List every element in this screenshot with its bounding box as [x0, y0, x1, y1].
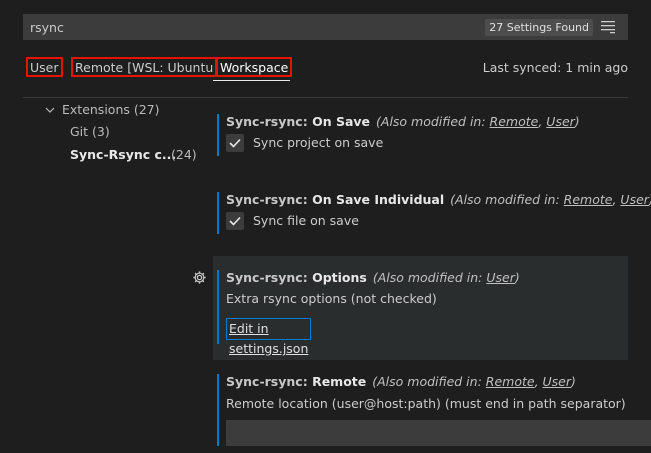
last-synced-status: Last synced: 1 min ago	[482, 60, 628, 75]
settings-search-box[interactable]: 27 Settings Found	[23, 14, 628, 40]
toc-item-extensions[interactable]: Extensions (27)	[62, 102, 160, 117]
modified-indicator	[217, 374, 219, 446]
toc-item-sync-rsync[interactable]: Sync-Rsync c...	[70, 147, 176, 162]
setting-description: Extra rsync options (not checked)	[226, 291, 437, 306]
tab-user[interactable]: User	[26, 57, 63, 77]
setting-title: Sync-rsync: On Save Individual (Also modi…	[226, 192, 651, 207]
tab-workspace[interactable]: Workspace	[216, 57, 293, 77]
on-save-checkbox[interactable]	[226, 134, 244, 152]
checkbox-label: Sync project on save	[253, 135, 384, 150]
toc-item-git[interactable]: Git (3)	[70, 124, 110, 139]
modified-in-remote-link[interactable]: Remote	[486, 374, 535, 389]
on-save-individual-checkbox[interactable]	[226, 212, 244, 230]
modified-indicator	[217, 192, 219, 234]
modified-in-user-link[interactable]: User	[486, 270, 515, 285]
remote-location-input[interactable]	[226, 420, 651, 446]
check-icon	[229, 138, 241, 148]
modified-in-remote-link[interactable]: Remote	[490, 114, 539, 129]
modified-in-user-link[interactable]: User	[543, 374, 572, 389]
checkbox-label: Sync file on save	[253, 213, 359, 228]
check-icon	[229, 216, 241, 226]
chevron-down-icon[interactable]	[44, 104, 56, 116]
search-input[interactable]	[30, 15, 490, 39]
modified-indicator	[217, 114, 219, 156]
results-count-badge: 27 Settings Found	[485, 19, 593, 36]
setting-description: Remote location (user@host:path) (must e…	[226, 396, 626, 411]
modified-indicator	[217, 270, 219, 344]
toc-item-sync-rsync-count: (24)	[171, 147, 197, 162]
gear-icon[interactable]	[192, 270, 207, 285]
edit-in-settings-json-link[interactable]: Edit in settings.json	[226, 318, 312, 356]
setting-title: Sync-rsync: Remote (Also modified in: Rem…	[226, 374, 576, 389]
setting-title: Sync-rsync: Options (Also modified in: Us…	[226, 270, 520, 285]
modified-in-user-link[interactable]: User	[546, 114, 575, 129]
modified-in-user-link[interactable]: User	[620, 192, 649, 207]
tab-remote-wsl[interactable]: Remote [WSL: Ubuntu	[71, 57, 218, 77]
modified-in-remote-link[interactable]: Remote	[564, 192, 613, 207]
filter-icon[interactable]	[601, 20, 617, 34]
setting-title: Sync-rsync: On Save (Also modified in: Re…	[226, 114, 580, 129]
header-divider	[23, 97, 628, 98]
active-tab-indicator	[213, 80, 290, 81]
